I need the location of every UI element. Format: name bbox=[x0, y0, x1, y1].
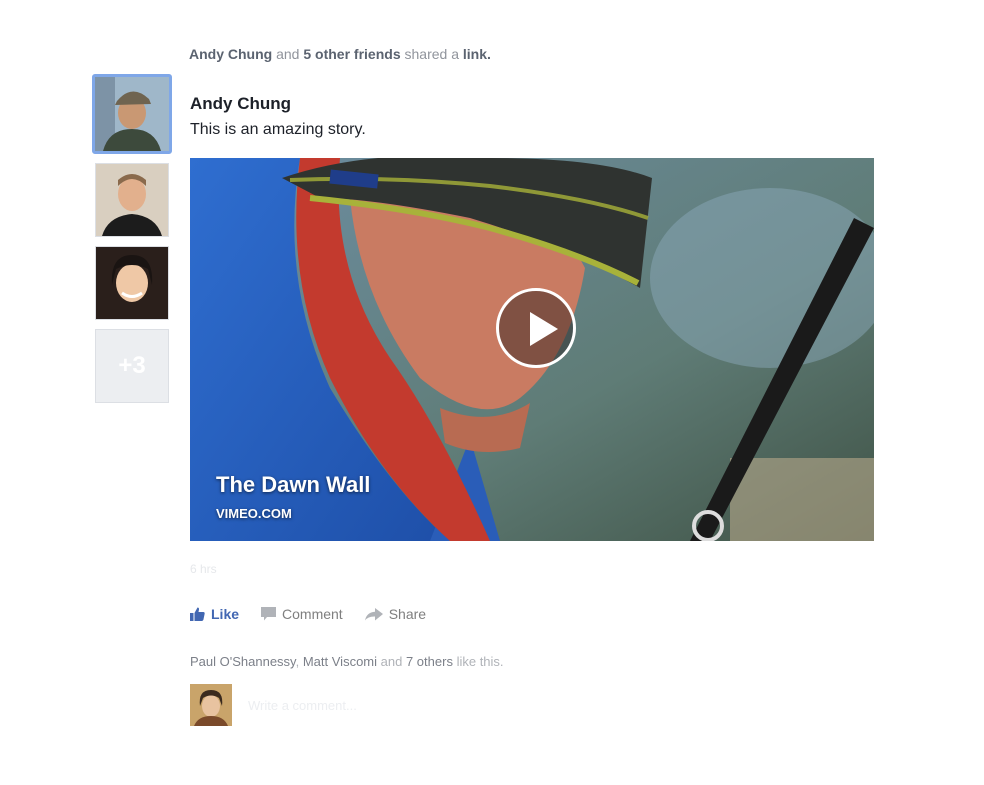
link-domain: VIMEO.COM bbox=[216, 506, 292, 521]
other-likers-link[interactable]: 7 others bbox=[406, 654, 453, 669]
comment-icon bbox=[261, 607, 277, 621]
avatar-andy-chung[interactable] bbox=[92, 74, 172, 154]
likes-suffix: like this. bbox=[456, 654, 504, 669]
play-button[interactable] bbox=[496, 288, 576, 368]
comment-button[interactable]: Comment bbox=[261, 606, 343, 622]
link-title[interactable]: The Dawn Wall bbox=[216, 472, 370, 498]
post-message: This is an amazing story. bbox=[190, 121, 366, 138]
share-arrow-icon bbox=[364, 607, 383, 620]
avatar-friend-3[interactable] bbox=[95, 246, 169, 320]
share-label: Share bbox=[388, 606, 427, 622]
link-preview[interactable]: The Dawn Wall VIMEO.COM bbox=[190, 158, 874, 541]
like-label: Like bbox=[211, 606, 240, 622]
likes-separator: , bbox=[295, 654, 300, 669]
post-author[interactable]: Andy Chung bbox=[190, 94, 291, 114]
comment-composer bbox=[190, 684, 630, 726]
share-button[interactable]: Share bbox=[364, 606, 427, 622]
post-actions: Like Comment Share bbox=[190, 606, 426, 622]
comment-label: Comment bbox=[282, 606, 343, 622]
header-connector: and bbox=[276, 46, 300, 62]
more-sharers-button[interactable]: +3 bbox=[95, 329, 169, 403]
current-user-avatar bbox=[190, 684, 232, 726]
link-word[interactable]: link. bbox=[463, 46, 491, 62]
sharer-avatar-list: +3 bbox=[92, 74, 172, 412]
likes-summary: Paul O'Shannessy, Matt Viscomi and 7 oth… bbox=[190, 654, 504, 669]
post-timestamp[interactable]: 6 hrs bbox=[190, 562, 217, 576]
comment-input[interactable] bbox=[246, 696, 630, 714]
thumbs-up-icon bbox=[190, 607, 205, 621]
liker-name-1[interactable]: Paul O'Shannessy bbox=[190, 654, 296, 669]
other-friends-link[interactable]: 5 other friends bbox=[303, 46, 400, 62]
like-button[interactable]: Like bbox=[190, 606, 239, 622]
header-verb: shared a bbox=[404, 46, 459, 62]
likes-connector: and bbox=[380, 654, 403, 669]
story-header: Andy Chung and 5 other friends shared a … bbox=[189, 46, 491, 62]
liker-name-2[interactable]: Matt Viscomi bbox=[303, 654, 377, 669]
avatar-friend-2[interactable] bbox=[95, 163, 169, 237]
actor-name-link[interactable]: Andy Chung bbox=[189, 46, 272, 62]
